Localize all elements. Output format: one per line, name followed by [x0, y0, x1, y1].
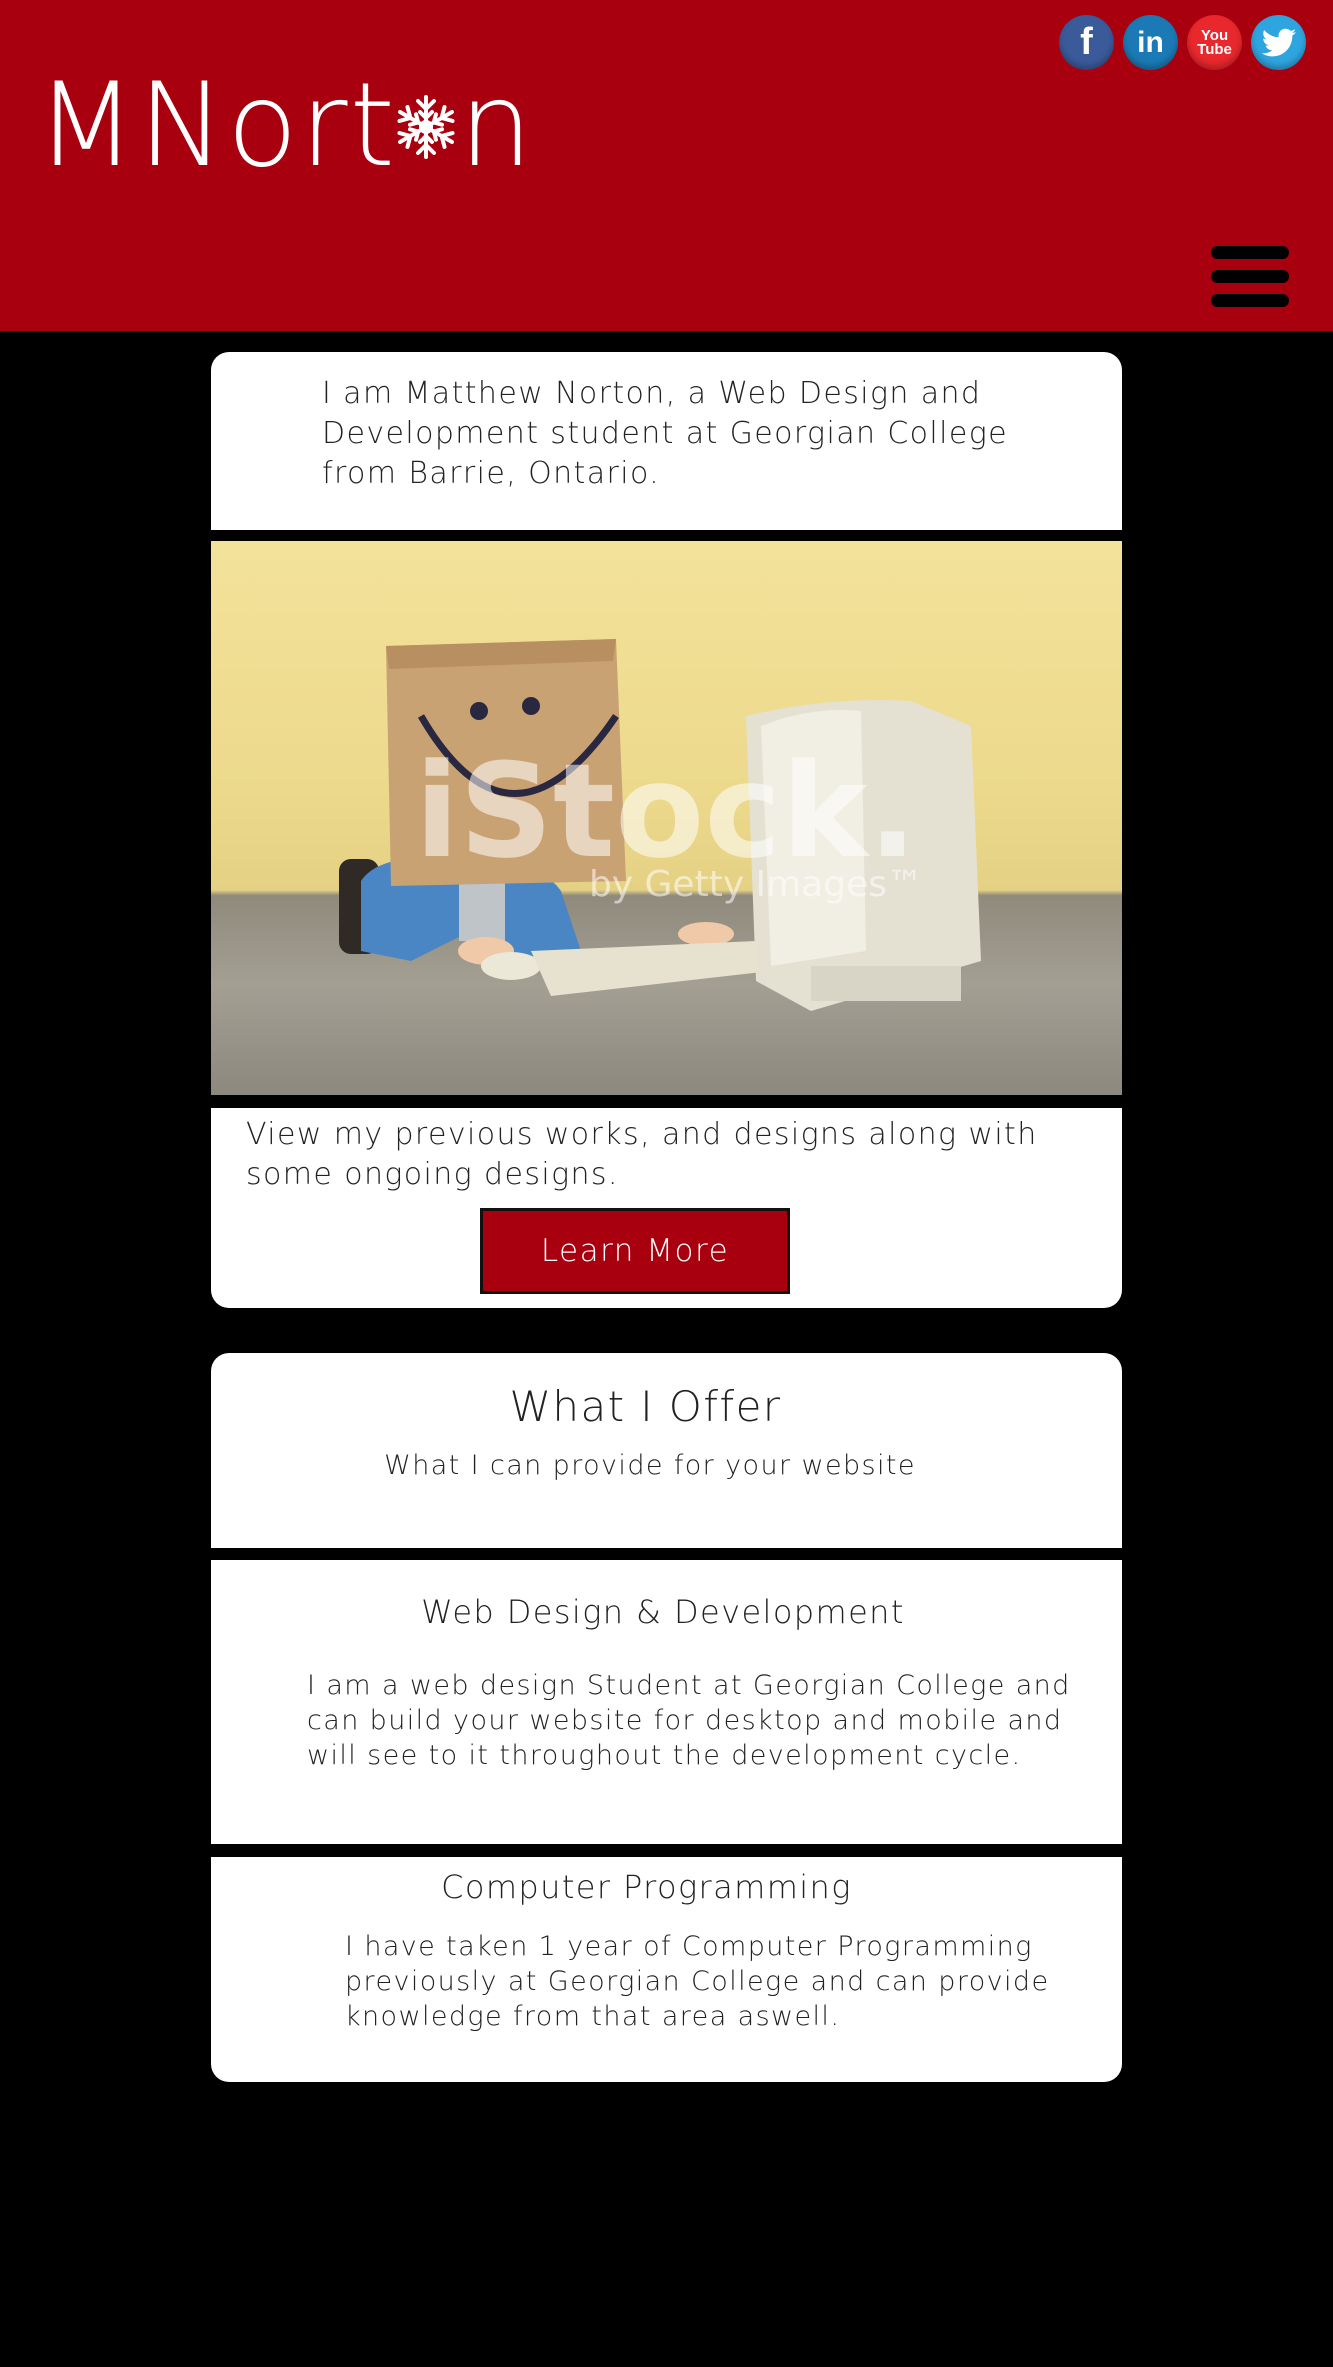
works-text: View my previous works, and designs alon… [246, 1117, 1038, 1192]
offer-title: What I Offer [509, 1382, 782, 1431]
twitter-icon[interactable] [1251, 15, 1306, 70]
logo-text-right: n [459, 58, 535, 193]
watermark-subtext: by Getty Images™ [589, 864, 923, 905]
intro-card: I am Matthew Norton, a Web Design and De… [211, 352, 1122, 530]
service-card-programming: Computer Programming I have taken 1 year… [211, 1857, 1122, 2082]
offer-subtitle: What I can provide for your website [384, 1450, 916, 1481]
service-title: Web Design & Development [421, 1593, 905, 1631]
service-text: I have taken 1 year of Computer Programm… [345, 1931, 1050, 2032]
service-text: I am a web design Student at Georgian Co… [307, 1670, 1071, 1771]
service-title: Computer Programming [441, 1868, 852, 1906]
service-card-web-design: Web Design & Development I am a web desi… [211, 1560, 1122, 1844]
facebook-icon[interactable]: f [1059, 15, 1114, 70]
snowflake-icon [394, 85, 459, 165]
site-header: MNort n f in You Tube [0, 0, 1333, 331]
hamburger-menu-icon[interactable] [1211, 246, 1289, 308]
social-links: f in You Tube [1059, 15, 1306, 70]
logo-text-left: MNort [36, 58, 398, 193]
intro-text: I am Matthew Norton, a Web Design and De… [322, 376, 1009, 491]
youtube-icon[interactable]: You Tube [1187, 15, 1242, 70]
offer-card: What I Offer What I can provide for your… [211, 1353, 1122, 1548]
learn-more-button[interactable]: Learn More [480, 1208, 790, 1294]
site-logo[interactable]: MNort n [36, 68, 535, 184]
linkedin-icon[interactable]: in [1123, 15, 1178, 70]
hero-image: iStock. by Getty Images™ [211, 541, 1122, 1095]
